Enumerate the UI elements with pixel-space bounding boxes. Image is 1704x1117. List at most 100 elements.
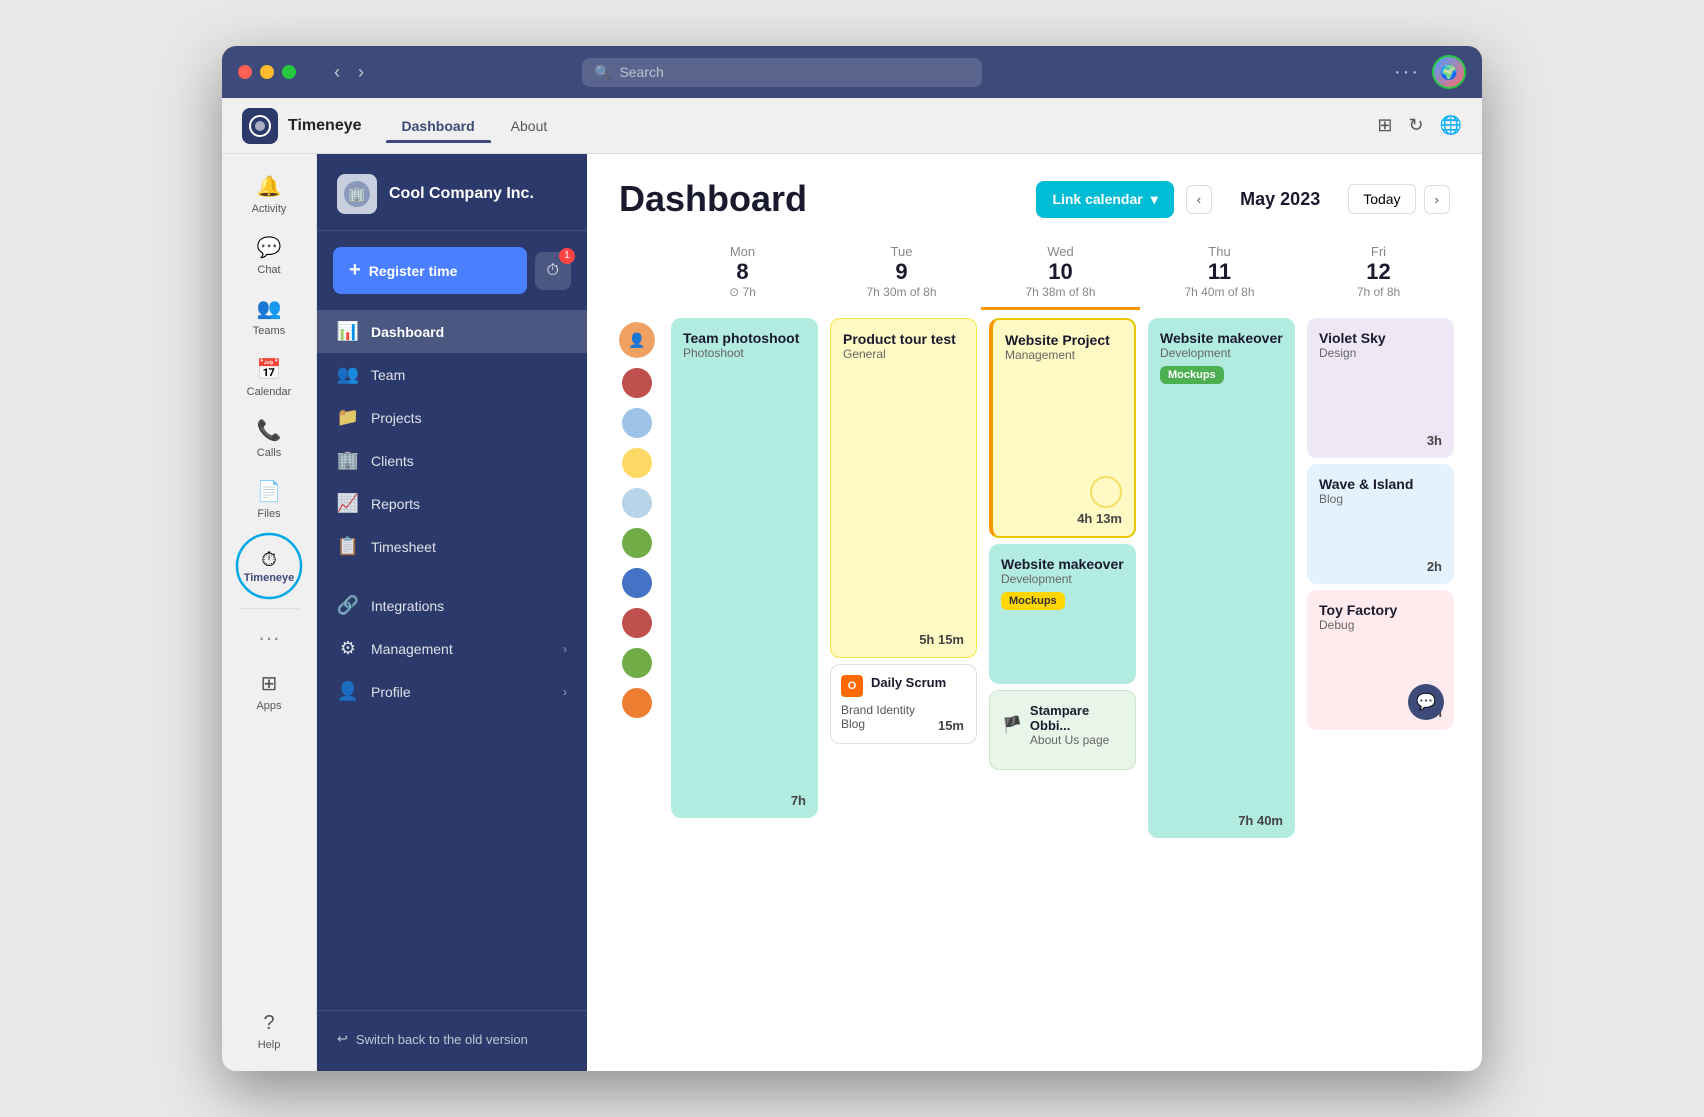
tab-about[interactable]: About: [495, 110, 564, 142]
event-card[interactable]: Wave & Island Blog 2h: [1307, 464, 1454, 584]
nav-separator: [239, 608, 299, 609]
search-icon: 🔍: [594, 64, 611, 81]
minimize-button[interactable]: [260, 65, 274, 79]
event-title: Stampare Obbi...: [1030, 703, 1123, 733]
sidebar-item-activity[interactable]: 🔔 Activity: [229, 166, 309, 223]
day-header-mon: Mon 8 ⊙ 7h: [663, 236, 822, 310]
sidebar-item-chat-label: Chat: [257, 264, 280, 276]
user-avatar[interactable]: 🌍: [1432, 55, 1466, 89]
calls-icon: 📞: [257, 418, 282, 443]
appbar: Timeneye Dashboard About ⊞ ↻ 🌐: [222, 98, 1482, 154]
event-card[interactable]: Violet Sky Design 3h: [1307, 318, 1454, 458]
nav-item-management[interactable]: ⚙ Management ›: [317, 627, 587, 670]
register-time-button[interactable]: + Register time: [333, 247, 527, 294]
search-bar[interactable]: 🔍: [582, 58, 982, 87]
integrations-nav-icon: 🔗: [337, 595, 359, 616]
nav-item-profile-label: Profile: [371, 684, 551, 700]
nav-item-dashboard[interactable]: 📊 Dashboard: [317, 310, 587, 353]
app-icon: [242, 108, 278, 144]
sidebar-item-apps[interactable]: ⊞ Apps: [229, 663, 309, 720]
tab-dashboard[interactable]: Dashboard: [386, 110, 491, 142]
event-time: 15m: [938, 718, 964, 733]
nav-item-timesheet[interactable]: 📋 Timesheet: [317, 525, 587, 568]
timer-badge: 1: [559, 248, 575, 264]
nav-item-integrations[interactable]: 🔗 Integrations: [317, 584, 587, 627]
event-title: Toy Factory: [1319, 602, 1442, 618]
sidebar-item-help[interactable]: ? Help: [229, 1004, 309, 1059]
grid-icon-button[interactable]: ⊞: [1377, 115, 1392, 136]
avatar: [622, 488, 652, 518]
chat-widget[interactable]: 💬: [1408, 684, 1444, 720]
event-sub: Debug: [1319, 618, 1442, 632]
prev-month-button[interactable]: ‹: [1186, 185, 1212, 214]
day-name-wed: Wed: [985, 244, 1136, 259]
more-options-button[interactable]: ···: [1394, 61, 1420, 84]
clients-nav-icon: 🏢: [337, 450, 359, 471]
event-card[interactable]: Team photoshoot Photoshoot 7h: [671, 318, 818, 818]
wednesday-column: Website Project Management 4h 13m Websit…: [985, 318, 1140, 770]
chat-icon: 💬: [257, 235, 282, 260]
maximize-button[interactable]: [282, 65, 296, 79]
sidebar-item-files-label: Files: [257, 508, 280, 520]
sidebar-item-chat[interactable]: 💬 Chat: [229, 227, 309, 284]
event-sub: General: [843, 347, 964, 361]
nav-item-team[interactable]: 👥 Team: [317, 353, 587, 396]
monday-column: Team photoshoot Photoshoot 7h: [667, 318, 822, 818]
event-card[interactable]: 🏴 Stampare Obbi... About Us page: [989, 690, 1136, 770]
day-header-wed: Wed 10 7h 38m of 8h: [981, 236, 1140, 310]
tuesday-column: Product tour test General 5h 15m O Daily…: [826, 318, 981, 744]
day-name-thu: Thu: [1144, 244, 1295, 259]
titlebar-right: ··· 🌍: [1394, 55, 1466, 89]
day-name-fri: Fri: [1303, 244, 1454, 259]
appbar-actions: ⊞ ↻ 🌐: [1377, 115, 1462, 136]
page-title: Dashboard: [619, 178, 807, 220]
day-name-tue: Tue: [826, 244, 977, 259]
back-button[interactable]: ‹: [328, 58, 346, 87]
files-icon: 📄: [257, 479, 282, 504]
sidebar-item-files[interactable]: 📄 Files: [229, 471, 309, 528]
management-nav-icon: ⚙: [337, 638, 359, 659]
forward-button[interactable]: ›: [352, 58, 370, 87]
svg-text:👤: 👤: [628, 332, 645, 349]
next-month-button[interactable]: ›: [1424, 185, 1450, 214]
refresh-icon-button[interactable]: ↻: [1408, 115, 1423, 136]
globe-icon-button[interactable]: 🌐: [1440, 115, 1462, 136]
nav-item-dashboard-label: Dashboard: [371, 324, 567, 340]
event-card[interactable]: Website Project Management 4h 13m: [989, 318, 1136, 538]
search-input[interactable]: [619, 64, 970, 80]
nav-item-projects[interactable]: 📁 Projects: [317, 396, 587, 439]
timer-wrapper: ⏱ 1: [535, 252, 571, 290]
event-card[interactable]: Toy Factory Debug 2h 💬: [1307, 590, 1454, 730]
switch-version-link[interactable]: ↩ Switch back to the old version: [333, 1023, 571, 1055]
sidebar-item-help-label: Help: [258, 1039, 281, 1051]
event-sub: Development: [1160, 346, 1283, 360]
help-icon: ?: [263, 1012, 274, 1035]
app-window: ‹ › 🔍 ··· 🌍 Timeneye Dashboard About ⊞ ↻: [222, 46, 1482, 1071]
more-apps-button[interactable]: ···: [250, 617, 288, 659]
event-sub: Design: [1319, 346, 1442, 360]
plus-icon: +: [349, 259, 361, 282]
sidebar-item-teams[interactable]: 👥 Teams: [229, 288, 309, 345]
nav-item-clients[interactable]: 🏢 Clients: [317, 439, 587, 482]
company-logo: 🏢: [337, 174, 377, 214]
teams-icon: 👥: [257, 296, 282, 321]
nav-item-profile[interactable]: 👤 Profile ›: [317, 670, 587, 713]
day-sub-mon: ⊙ 7h: [667, 285, 818, 299]
sidebar-item-teams-label: Teams: [253, 325, 285, 337]
day-sub-thu: 7h 40m of 8h: [1144, 285, 1295, 299]
team-nav-icon: 👥: [337, 364, 359, 385]
sidebar-item-calendar[interactable]: 📅 Calendar: [229, 349, 309, 406]
link-calendar-button[interactable]: Link calendar ▾: [1036, 181, 1173, 218]
sidebar-item-timeneye[interactable]: ⏱ Timeneye: [235, 532, 303, 600]
event-card[interactable]: O Daily Scrum Brand IdentityBlog 15m: [830, 664, 977, 744]
event-card[interactable]: Website makeover Development Mockups: [989, 544, 1136, 684]
close-button[interactable]: [238, 65, 252, 79]
event-title: Daily Scrum: [871, 675, 966, 690]
avatar: [622, 368, 652, 398]
event-card[interactable]: Product tour test General 5h 15m: [830, 318, 977, 658]
event-card[interactable]: Website makeover Development Mockups 7h …: [1148, 318, 1295, 838]
sidebar-item-calls[interactable]: 📞 Calls: [229, 410, 309, 467]
today-button[interactable]: Today: [1348, 184, 1415, 214]
nav-item-reports[interactable]: 📈 Reports: [317, 482, 587, 525]
avatar: [622, 688, 652, 718]
